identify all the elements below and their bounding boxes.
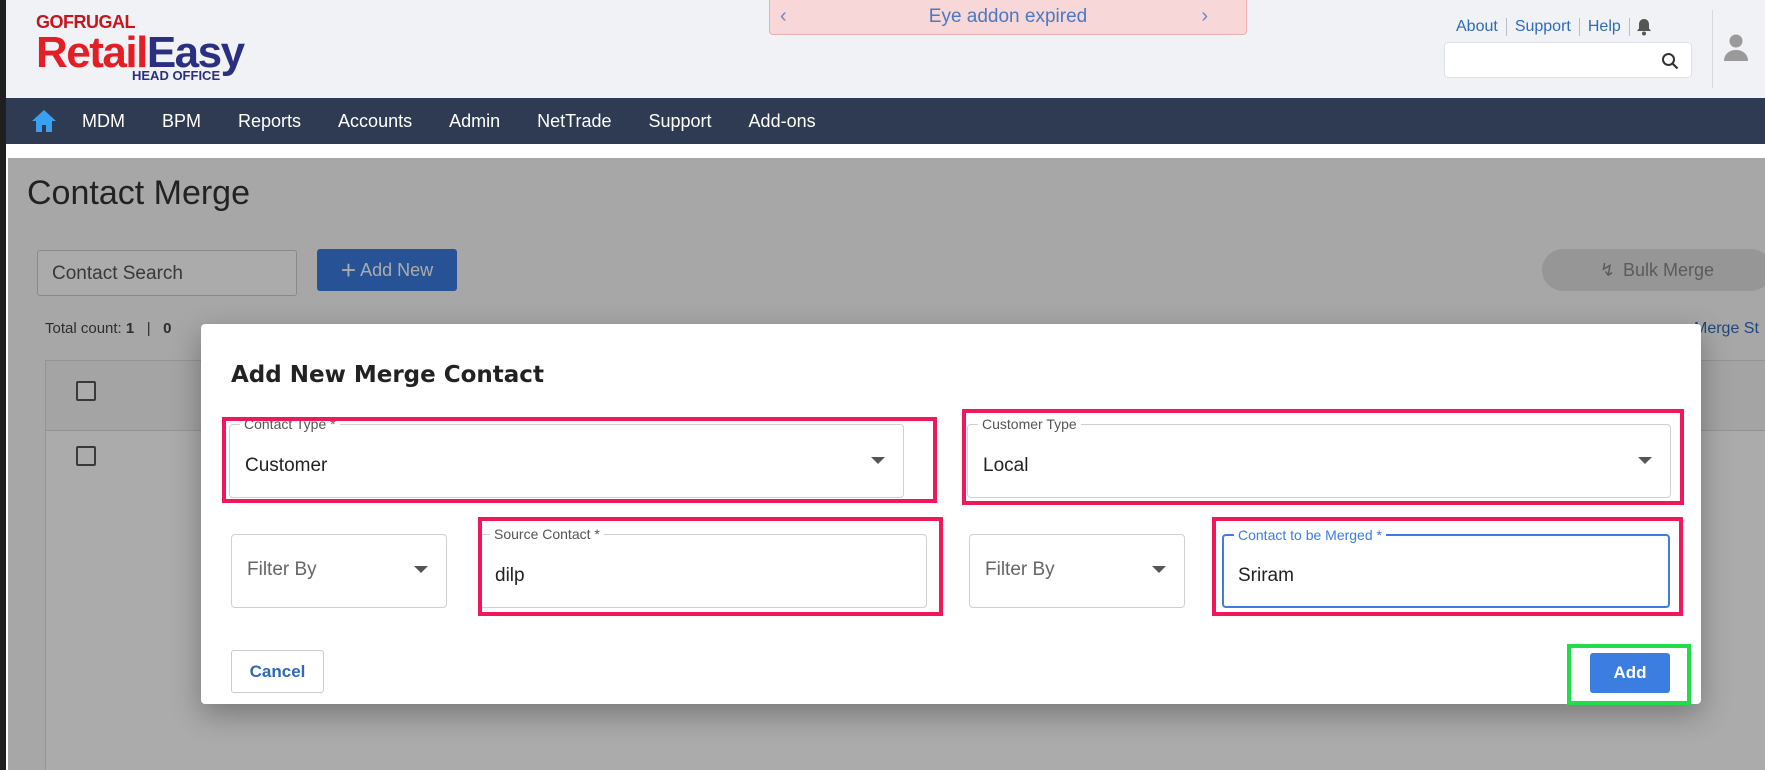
search-icon[interactable] [1661,52,1679,70]
support-link[interactable]: Support [1507,18,1580,36]
banner-prev-icon[interactable]: ‹ [780,5,787,28]
about-link[interactable]: About [1456,18,1507,36]
top-links: About Support Help [1456,18,1652,36]
add-merge-contact-dialog: Add New Merge Contact Contact Type * Cus… [201,324,1701,705]
cancel-button[interactable]: Cancel [231,650,324,693]
filter-by-placeholder: Filter By [247,559,317,580]
nav-item-addons[interactable]: Add-ons [749,111,816,132]
filter-by-placeholder: Filter By [985,559,1055,580]
nav-item-accounts[interactable]: Accounts [338,111,412,132]
highlight-add-button [1567,644,1691,705]
highlight-contact-type [222,417,937,503]
highlight-source-contact [478,517,943,616]
header-divider [1712,10,1713,88]
help-link[interactable]: Help [1580,18,1630,36]
nav-item-support[interactable]: Support [649,111,712,132]
bell-icon[interactable] [1636,18,1652,36]
chevron-down-icon [414,566,428,573]
global-search-input[interactable] [1444,42,1692,78]
main-nav: MDM BPM Reports Accounts Admin NetTrade … [6,98,1765,144]
nav-item-mdm[interactable]: MDM [82,111,125,132]
nav-item-nettrade[interactable]: NetTrade [537,111,611,132]
app-logo[interactable]: GOFRUGAL RetailEasy HEAD OFFICE [36,12,245,83]
dialog-title: Add New Merge Contact [231,362,544,388]
home-icon[interactable] [30,108,58,134]
logo-subtitle: HEAD OFFICE [132,68,221,83]
chevron-down-icon [1152,566,1166,573]
filter-by-target-select[interactable]: Filter By [969,534,1185,608]
banner-message[interactable]: Eye addon expired [929,6,1087,28]
nav-item-bpm[interactable]: BPM [162,111,201,132]
highlight-customer-type [962,409,1684,505]
nav-item-admin[interactable]: Admin [449,111,500,132]
nav-item-reports[interactable]: Reports [238,111,301,132]
banner-next-icon[interactable]: › [1201,5,1208,28]
filter-by-source-select[interactable]: Filter By [231,534,447,608]
highlight-contact-to-merge [1212,517,1683,616]
logo-wordmark: RetailEasy [36,28,245,77]
addon-banner: ‹ Eye addon expired › [769,0,1247,35]
user-avatar-icon[interactable] [1723,32,1749,62]
